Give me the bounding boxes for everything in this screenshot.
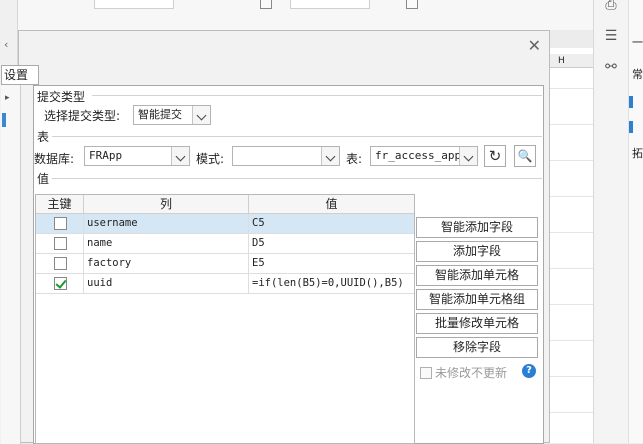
value-cell[interactable]: D5 xyxy=(249,234,414,254)
chevron-down-icon xyxy=(192,106,210,124)
refresh-button[interactable]: ↻ xyxy=(484,145,506,167)
nav-selection-marker xyxy=(2,113,6,127)
right-panel-text-1: 一 xyxy=(632,36,643,49)
no-update-label: 未修改不更新 xyxy=(435,366,508,380)
no-update-if-unchanged-checkbox[interactable]: 未修改不更新 xyxy=(420,364,507,381)
remove-field-button[interactable]: 移除字段 xyxy=(416,337,538,358)
smart-add-cell-group-button[interactable]: 智能添加单元格组 xyxy=(416,289,538,310)
submit-type-select[interactable]: 智能提交 xyxy=(133,105,211,125)
preview-button[interactable]: 🔍 xyxy=(514,145,536,167)
chevron-down-icon xyxy=(459,147,477,165)
divider xyxy=(52,178,542,179)
close-icon[interactable]: ✕ xyxy=(528,36,541,55)
value-cell[interactable]: C5 xyxy=(249,214,414,234)
database-select[interactable]: FRApp xyxy=(84,146,190,166)
sheet-gridline xyxy=(546,376,594,377)
smart-add-cell-button[interactable]: 智能添加单元格 xyxy=(416,265,538,286)
submit-type-label: 选择提交类型: xyxy=(44,109,121,123)
right-panel-marker xyxy=(629,121,633,133)
column-header-column[interactable]: 列 xyxy=(84,195,249,214)
value-cell[interactable]: E5 xyxy=(249,254,414,274)
add-field-button[interactable]: 添加字段 xyxy=(416,241,538,262)
bg-edit-icon[interactable] xyxy=(260,0,272,9)
database-label: 数据库: xyxy=(34,152,75,166)
database-value: FRApp xyxy=(89,149,123,162)
link-icon[interactable]: ⚯ xyxy=(602,58,620,76)
column-header-value[interactable]: 值 xyxy=(249,195,414,214)
background-sheet: H xyxy=(545,48,594,443)
bg-field-right xyxy=(290,0,370,9)
sheet-gridline xyxy=(546,340,594,341)
key-cell xyxy=(36,214,84,234)
layers-icon[interactable]: ☰ xyxy=(602,27,620,45)
nav-arrow-icon[interactable]: ▸ xyxy=(5,93,10,103)
key-checkbox-checked[interactable] xyxy=(54,277,67,290)
tab-settings[interactable]: 设置 xyxy=(1,65,39,85)
background-right-column: 一 常 拓 xyxy=(628,0,643,443)
divider xyxy=(92,95,542,96)
export-icon[interactable]: ⎙ xyxy=(602,0,620,14)
column-cell[interactable]: username xyxy=(84,214,249,234)
divider xyxy=(52,136,542,137)
submit-settings-dialog: ✕ 设置 ▸ 提交类型 选择提交类型: 智能提交 表 数据库: FRApp 模式… xyxy=(1,30,550,444)
table-row[interactable]: name D5 xyxy=(36,234,414,254)
column-cell[interactable]: uuid xyxy=(84,274,249,294)
key-cell xyxy=(36,274,84,294)
bg-edit-icon-2[interactable] xyxy=(406,0,418,9)
preview-icon: 🔍 xyxy=(517,149,533,163)
key-checkbox[interactable] xyxy=(54,257,67,270)
table-row[interactable]: username C5 xyxy=(36,214,414,234)
key-cell xyxy=(36,234,84,254)
key-checkbox[interactable] xyxy=(54,217,67,230)
sheet-gridline xyxy=(546,124,594,125)
table-label: 表: xyxy=(346,152,363,166)
schema-select[interactable] xyxy=(232,146,340,166)
right-panel-marker xyxy=(629,96,633,108)
refresh-icon: ↻ xyxy=(488,147,502,165)
submit-type-section-title: 提交类型 xyxy=(37,90,86,104)
key-checkbox[interactable] xyxy=(54,237,67,250)
settings-panel: 提交类型 选择提交类型: 智能提交 表 数据库: FRApp 模式: 表: fr… xyxy=(33,85,544,444)
sheet-gridline xyxy=(546,196,594,197)
sheet-gridline xyxy=(546,304,594,305)
sheet-gridline xyxy=(546,268,594,269)
right-panel-text-2: 常 xyxy=(632,68,643,81)
schema-label: 模式: xyxy=(196,152,225,166)
chevron-down-icon xyxy=(171,147,189,165)
dialog-left-nav: ▸ xyxy=(1,85,21,444)
field-mapping-table: 主键 列 值 username C5 name D5 factory E5 uu… xyxy=(35,194,415,444)
sheet-column-header: H xyxy=(546,54,594,68)
value-section-title: 值 xyxy=(37,172,50,186)
table-row[interactable]: factory E5 xyxy=(36,254,414,274)
batch-edit-cell-button[interactable]: 批量修改单元格 xyxy=(416,313,538,334)
smart-add-field-button[interactable]: 智能添加字段 xyxy=(416,217,538,238)
column-cell[interactable]: name xyxy=(84,234,249,254)
column-header-key[interactable]: 主键 xyxy=(36,195,84,214)
sheet-gridline xyxy=(546,88,594,89)
checkbox-box xyxy=(420,367,432,379)
table-row[interactable]: uuid =if(len(B5)=0,UUID(),B5) xyxy=(36,274,414,294)
sheet-gridline xyxy=(546,160,594,161)
table-select[interactable]: fr_access_app xyxy=(370,146,478,166)
key-cell xyxy=(36,254,84,274)
bg-field-left xyxy=(94,0,174,9)
table-value: fr_access_app xyxy=(375,149,462,162)
collapse-arrow-icon[interactable]: ‹ xyxy=(4,38,8,51)
right-panel-text-3: 拓 xyxy=(632,147,643,160)
chevron-down-icon xyxy=(321,147,339,165)
submit-type-value: 智能提交 xyxy=(138,108,182,121)
value-cell[interactable]: =if(len(B5)=0,UUID(),B5) xyxy=(249,274,414,294)
column-cell[interactable]: factory xyxy=(84,254,249,274)
sheet-gridline xyxy=(546,232,594,233)
table-section-title: 表 xyxy=(37,130,50,144)
sheet-gridline xyxy=(546,412,594,413)
help-icon[interactable]: ? xyxy=(522,364,536,378)
background-toolbar xyxy=(18,0,593,30)
